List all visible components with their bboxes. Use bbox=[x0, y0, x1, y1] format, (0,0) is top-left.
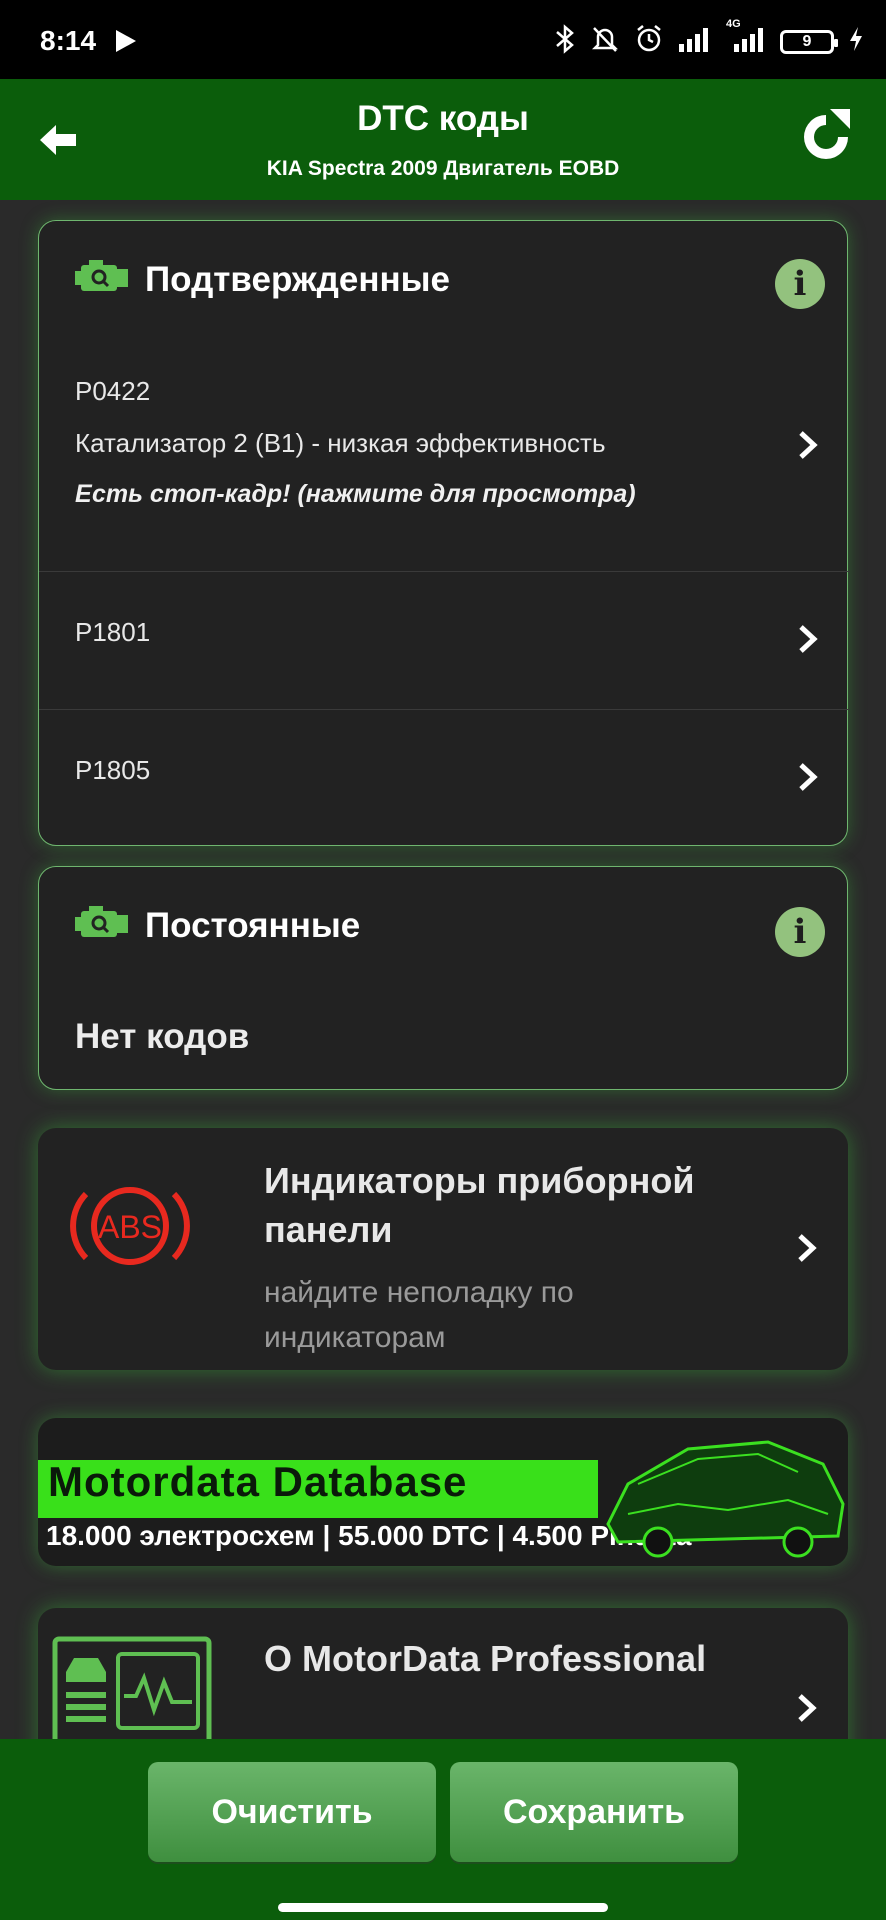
charging-icon bbox=[848, 26, 864, 57]
signal-icon bbox=[678, 26, 712, 57]
dashboard-subtitle: найдите неполадку по индикаторам bbox=[264, 1276, 574, 1354]
permanent-info-icon[interactable]: i bbox=[775, 907, 825, 957]
page-subtitle: KIA Spectra 2009 Двигатель EOBD bbox=[266, 157, 620, 180]
dtc-code: P1805 bbox=[75, 755, 151, 785]
save-button[interactable]: Сохранить bbox=[450, 1762, 738, 1862]
dtc-code: P0422 bbox=[75, 376, 151, 406]
dtc-row[interactable]: P0422 Катализатор 2 (B1) - низкая эффект… bbox=[39, 331, 849, 508]
status-icons: 4G 9 bbox=[554, 18, 864, 59]
banner-stats: 18.000 электросхем | 55.000 DTC | 4.500 … bbox=[46, 1520, 692, 1551]
dashboard-title: Индикаторы приборной панели bbox=[264, 1160, 695, 1250]
confirmed-label: Подтвержденные bbox=[145, 259, 451, 299]
dtc-row[interactable]: P1805 bbox=[39, 709, 849, 848]
bluetooth-icon bbox=[554, 24, 576, 59]
page-title: DTC коды bbox=[357, 99, 529, 138]
dtc-description: Катализатор 2 (B1) - низкая эффективност… bbox=[75, 428, 606, 458]
chevron-right-icon bbox=[796, 1233, 818, 1263]
car-wiring-icon bbox=[598, 1424, 848, 1566]
confirmed-info-icon[interactable]: i bbox=[775, 259, 825, 309]
permanent-codes-card: Постоянные i Нет кодов bbox=[38, 866, 848, 1090]
abs-icon-text: ABS bbox=[98, 1209, 162, 1245]
app-bar: DTC коды KIA Spectra 2009 Двигатель EOBD bbox=[0, 79, 886, 200]
play-icon bbox=[116, 30, 136, 52]
diagnostic-monitor-icon bbox=[52, 1636, 212, 1739]
chevron-right-icon bbox=[797, 430, 819, 460]
engine-check-icon bbox=[75, 903, 131, 948]
permanent-label: Постоянные bbox=[145, 905, 361, 945]
no-codes-text: Нет кодов bbox=[75, 1017, 250, 1056]
engine-check-icon bbox=[75, 257, 131, 302]
motordata-banner[interactable]: Motordata Database 18.000 электросхем | … bbox=[38, 1418, 848, 1566]
status-time: 8:14 bbox=[40, 25, 97, 56]
bell-muted-icon bbox=[590, 24, 620, 59]
about-title: О MotorData Professional bbox=[264, 1638, 707, 1679]
confirmed-header: Подтвержденные bbox=[75, 257, 450, 302]
confirmed-codes-card: Подтвержденные i P0422 Катализатор 2 (B1… bbox=[38, 220, 849, 848]
bottom-action-bar: Очистить Сохранить bbox=[0, 1739, 886, 1920]
alarm-icon bbox=[634, 24, 664, 59]
banner-headline: Motordata Database bbox=[48, 1458, 468, 1505]
dtc-code: P1801 bbox=[75, 617, 151, 647]
battery-icon: 9 bbox=[780, 29, 838, 54]
gesture-nav-bar[interactable] bbox=[278, 1903, 608, 1912]
abs-warning-icon: ABS bbox=[68, 1176, 192, 1281]
network-type: 4G bbox=[726, 18, 741, 30]
clear-button[interactable]: Очистить bbox=[148, 1762, 436, 1862]
refresh-icon[interactable] bbox=[796, 107, 856, 167]
freeze-frame-hint: Есть стоп-кадр! (нажмите для просмотра) bbox=[75, 480, 636, 508]
dashboard-indicators-card[interactable]: ABS Индикаторы приборной панели найдите … bbox=[38, 1128, 848, 1370]
dtc-row[interactable]: P1801 bbox=[39, 571, 849, 710]
battery-level: 9 bbox=[802, 32, 812, 50]
signal-4g-icon: 4G bbox=[726, 18, 766, 57]
chevron-right-icon bbox=[797, 762, 819, 792]
about-card[interactable]: О MotorData Professional bbox=[38, 1608, 848, 1739]
chevron-right-icon bbox=[797, 624, 819, 654]
content-area[interactable]: Подтвержденные i P0422 Катализатор 2 (B1… bbox=[0, 200, 886, 1739]
chevron-right-icon bbox=[796, 1693, 818, 1723]
permanent-header: Постоянные bbox=[75, 903, 360, 948]
status-bar: 8:14 4G 9 bbox=[0, 0, 886, 79]
